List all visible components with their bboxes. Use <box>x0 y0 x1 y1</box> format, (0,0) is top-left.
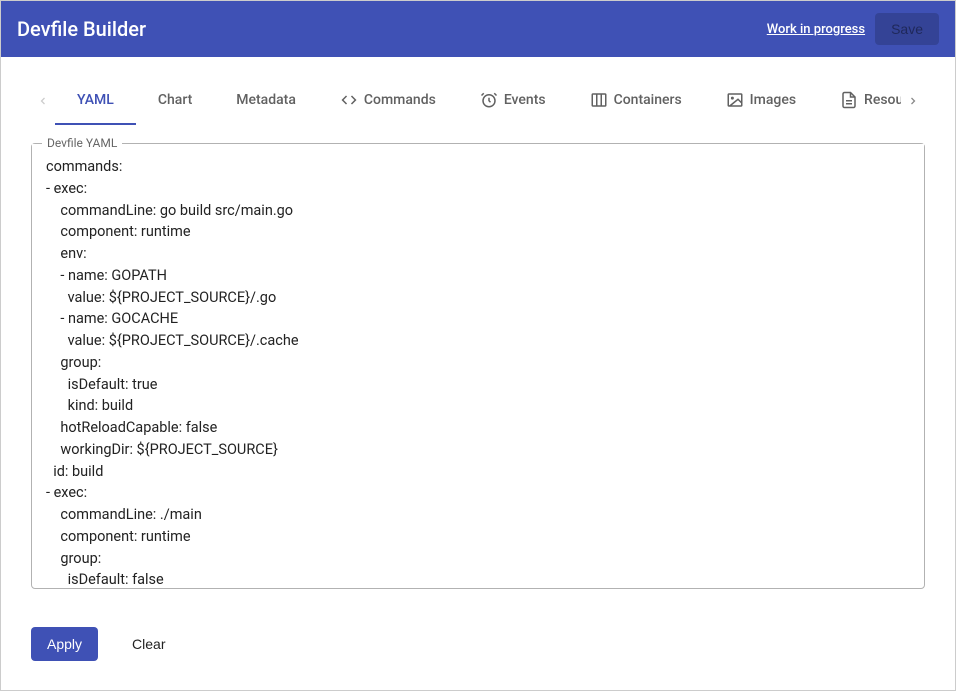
clock-icon <box>480 91 498 109</box>
code-icon <box>340 91 358 109</box>
tab-chart[interactable]: Chart <box>136 77 214 125</box>
app-title: Devfile Builder <box>17 17 146 41</box>
chevron-right-icon <box>907 95 919 107</box>
tab-resources[interactable]: Resources <box>818 77 901 125</box>
apply-button[interactable]: Apply <box>31 627 98 661</box>
image-icon <box>726 91 744 109</box>
tab-events[interactable]: Events <box>458 77 568 125</box>
tab-label: Chart <box>158 92 192 108</box>
tab-label: Events <box>504 92 546 108</box>
tabs-list: YAML Chart Metadata Commands Events <box>55 77 901 125</box>
clear-button[interactable]: Clear <box>116 627 181 661</box>
app-header: Devfile Builder Work in progress Save <box>1 1 955 57</box>
tab-commands[interactable]: Commands <box>318 77 458 125</box>
tab-scroll-right[interactable] <box>901 95 925 107</box>
tab-label: YAML <box>77 92 114 108</box>
document-icon <box>840 91 858 109</box>
tab-images[interactable]: Images <box>704 77 818 125</box>
yaml-fieldset: Devfile YAML <box>31 143 925 589</box>
yaml-legend: Devfile YAML <box>42 136 122 150</box>
grid-icon <box>590 91 608 109</box>
tab-metadata[interactable]: Metadata <box>214 77 318 125</box>
action-buttons: Apply Clear <box>31 627 925 661</box>
tab-containers[interactable]: Containers <box>568 77 704 125</box>
yaml-input[interactable] <box>32 144 924 584</box>
tab-label: Commands <box>364 92 436 108</box>
chevron-left-icon <box>37 95 49 107</box>
tab-yaml[interactable]: YAML <box>55 77 136 125</box>
main-content: YAML Chart Metadata Commands Events <box>1 57 955 681</box>
tab-label: Metadata <box>236 92 296 108</box>
tab-bar: YAML Chart Metadata Commands Events <box>31 77 925 125</box>
save-button[interactable]: Save <box>875 13 939 45</box>
work-in-progress-link[interactable]: Work in progress <box>767 22 865 37</box>
tab-label: Resources <box>864 92 901 108</box>
tab-label: Containers <box>614 92 682 108</box>
tab-label: Images <box>750 92 796 108</box>
tab-scroll-left[interactable] <box>31 95 55 107</box>
header-actions: Work in progress Save <box>767 13 939 45</box>
